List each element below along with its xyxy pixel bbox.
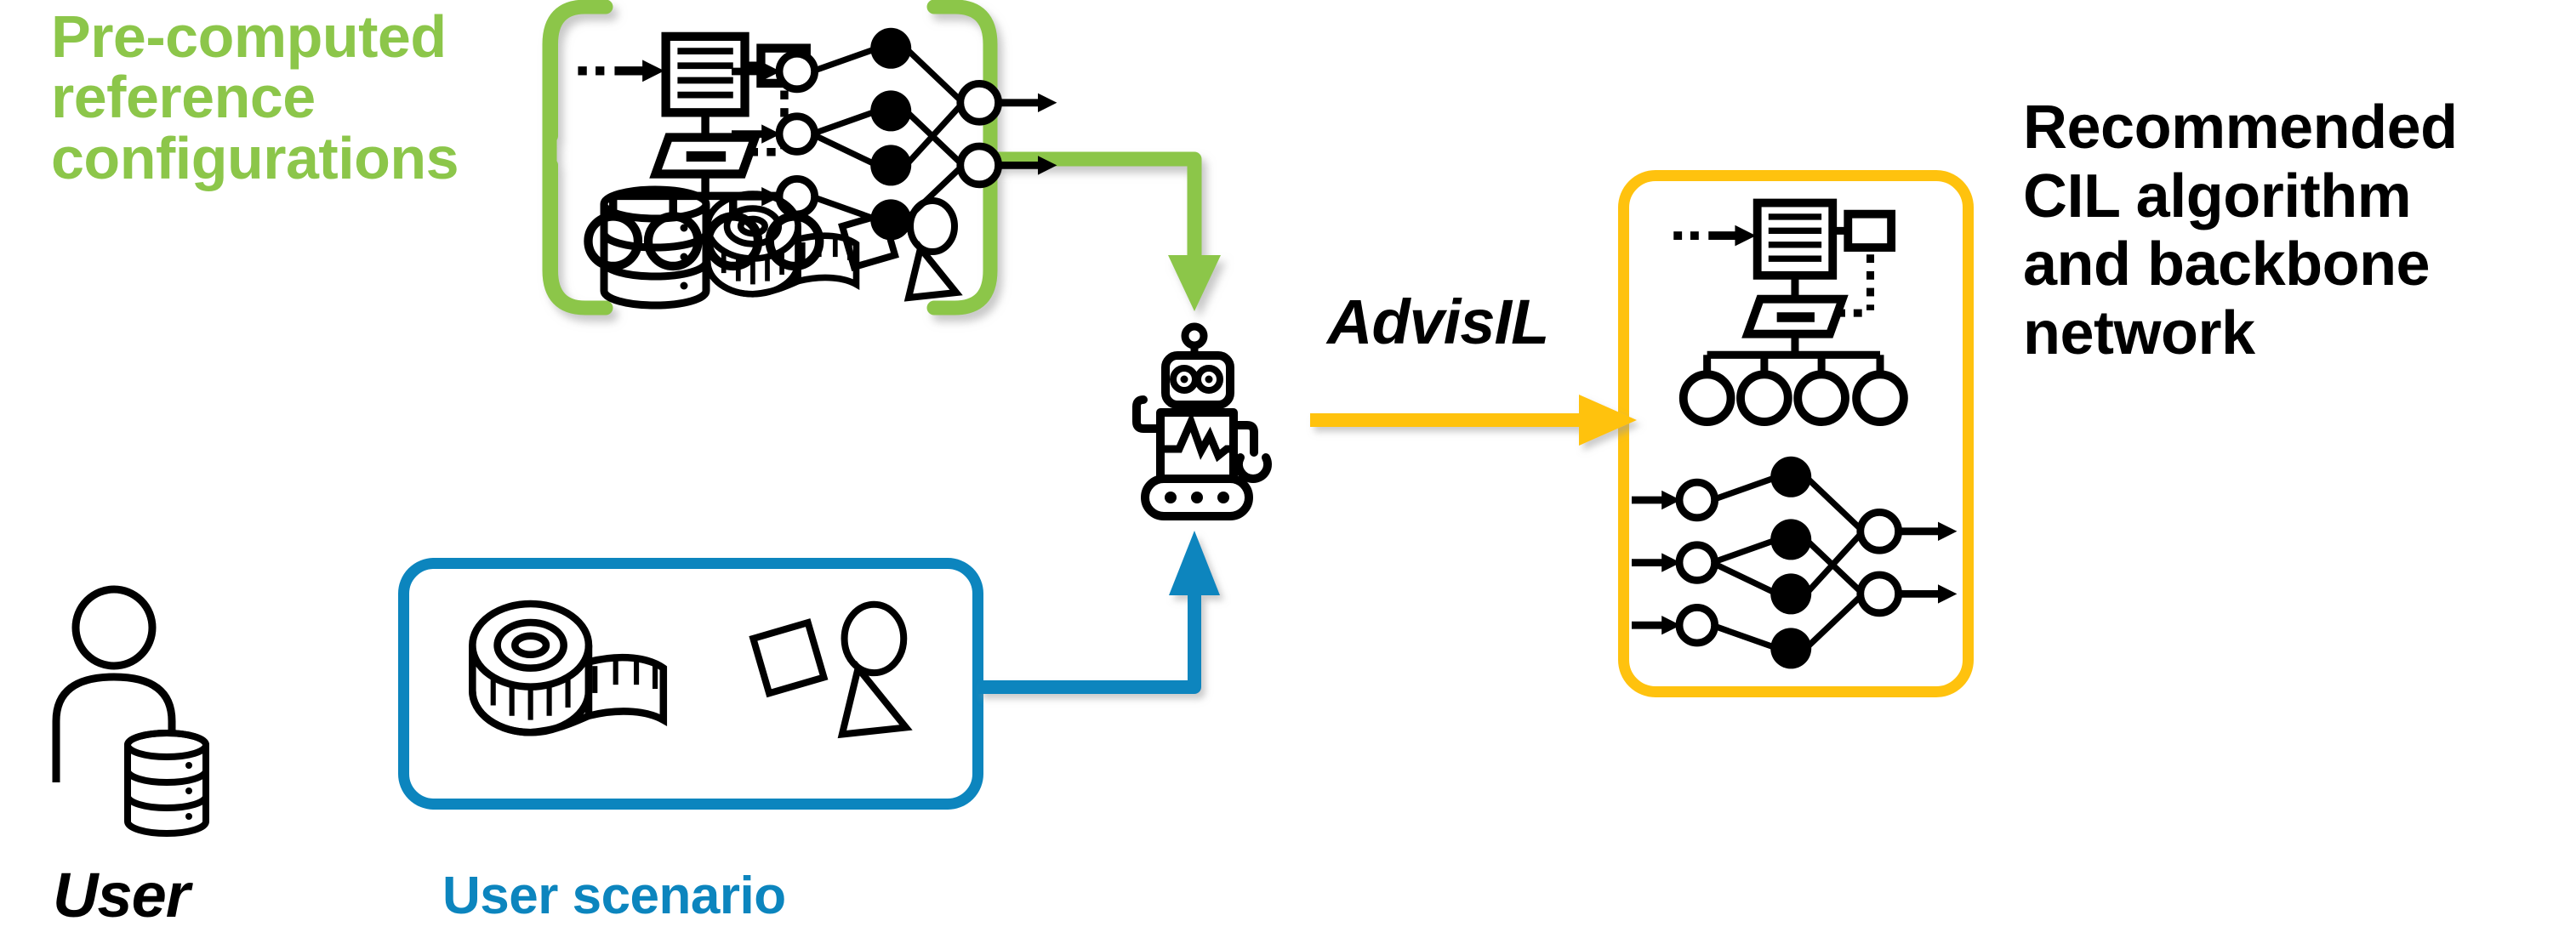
reference-label-line-2: reference <box>51 64 316 131</box>
green-arrow-reference-to-robot <box>985 151 1221 311</box>
user-scenario-box <box>398 558 983 810</box>
yellow-arrow-robot-to-output <box>1310 395 1637 446</box>
user-scenario-label: User scenario <box>442 867 786 925</box>
robot-icon <box>1132 322 1272 520</box>
blue-arrow-scenario-to-robot <box>978 531 1220 694</box>
output-label-line-2: CIL algorithm <box>2023 162 2412 230</box>
reference-label-line-1: Pre-computed <box>51 3 447 70</box>
pre-computed-reference-configurations-label: Pre-computed reference configurations <box>51 3 527 191</box>
reference-label-line-3: configurations <box>51 124 459 191</box>
algorithm-flowchart-icon <box>578 31 824 271</box>
geometric-shapes-icon <box>838 197 963 302</box>
output-label-line-1: Recommended <box>2023 94 2458 162</box>
diagram-canvas: Pre-computed reference configurations Re… <box>0 0 2576 938</box>
measuring-tape-icon <box>704 190 860 298</box>
recommended-output-label: Recommended CIL algorithm and backbone n… <box>2023 94 2576 368</box>
reference-configurations-bracket <box>542 0 998 316</box>
user-database-cylinder-icon <box>124 730 209 837</box>
recommended-output-box <box>1618 170 1974 697</box>
output-label-line-4: network <box>2023 298 2255 367</box>
person-icon <box>52 585 176 782</box>
advisil-method-label: AdvisIL <box>1327 287 1549 357</box>
output-label-line-3: and backbone <box>2023 230 2431 299</box>
user-label: User <box>53 860 191 930</box>
neural-network-icon <box>732 27 1057 241</box>
database-cylinder-icon <box>600 185 710 310</box>
